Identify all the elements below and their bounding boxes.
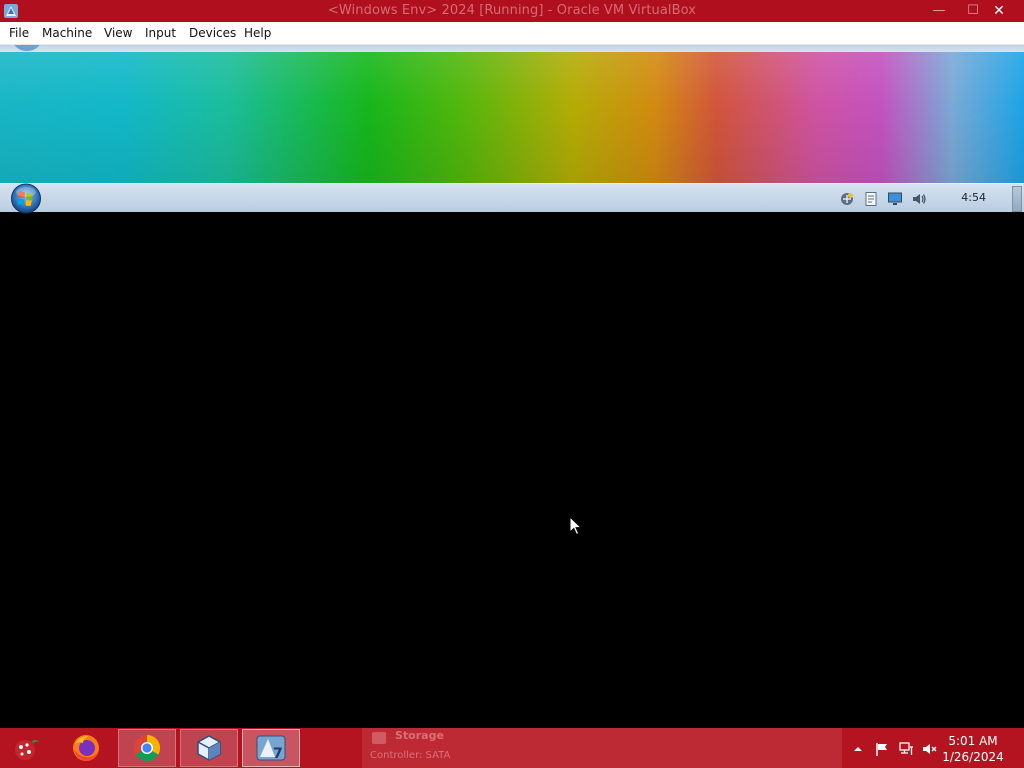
network-icon[interactable] [898,741,914,757]
window-title: <Windows Env> 2024 [Running] - Oracle VM… [327,3,697,18]
menu-devices[interactable]: Devices [189,26,236,40]
chrome-icon [133,734,161,762]
network-icon[interactable] [839,191,855,207]
display-icon[interactable] [887,191,903,207]
windows-start-icon[interactable] [9,183,43,214]
menu-machine[interactable]: Machine [42,26,92,40]
host-taskbar: Storage Controller: SATA 7 5:01 AM 1/26/… [0,728,1024,768]
chevron-up-icon[interactable] [850,741,866,757]
ghost-window-title: Storage [395,729,444,742]
start-orb-peek [12,45,42,51]
guest-clock[interactable]: 4:54 [961,191,986,204]
volume-icon[interactable] [911,191,927,207]
taskbar-windows7-vm[interactable]: 7 [242,729,300,767]
taskbar-virtualbox[interactable] [180,729,238,767]
flag-icon[interactable] [874,741,890,757]
taskbar-chrome[interactable] [118,729,176,767]
menu-help[interactable]: Help [244,26,271,40]
host-clock-time: 5:01 AM [948,734,998,748]
menubar: File Machine View Input Devices Help [0,22,1024,45]
menu-view[interactable]: View [104,26,132,40]
minimize-button[interactable]: — [922,0,956,22]
virtualbox-icon [197,735,221,761]
menu-input[interactable]: Input [145,26,176,40]
host-start-button[interactable] [0,729,54,767]
guest-top-strip [0,45,1024,52]
host-clock[interactable]: 5:01 AM 1/26/2024 [938,733,1008,765]
guest-taskbar: 4:54 [0,183,1024,214]
taskbar-firefox[interactable] [57,729,115,767]
storage-icon [372,732,386,744]
menu-file[interactable]: File [9,26,29,40]
guest-display[interactable]: 4:54 [0,45,1024,728]
action-center-icon[interactable] [863,191,879,207]
volume-muted-icon[interactable] [922,741,938,757]
guest-wallpaper [0,52,1024,183]
guest-system-tray: 4:54 [834,184,1024,213]
start-icon [15,739,39,760]
ghost-window-subtitle: Controller: SATA [370,750,451,761]
ghost-window-preview: Storage Controller: SATA [362,728,842,768]
show-desktop-button[interactable] [1012,186,1022,212]
windows7-vm-icon: 7 [256,735,286,762]
firefox-icon [73,735,99,761]
window-titlebar: <Windows Env> 2024 [Running] - Oracle VM… [0,0,1024,22]
host-clock-date: 1/26/2024 [942,750,1004,764]
close-button[interactable]: ✕ [982,0,1016,22]
svg-text:7: 7 [273,746,283,762]
mouse-cursor-icon [569,516,583,536]
